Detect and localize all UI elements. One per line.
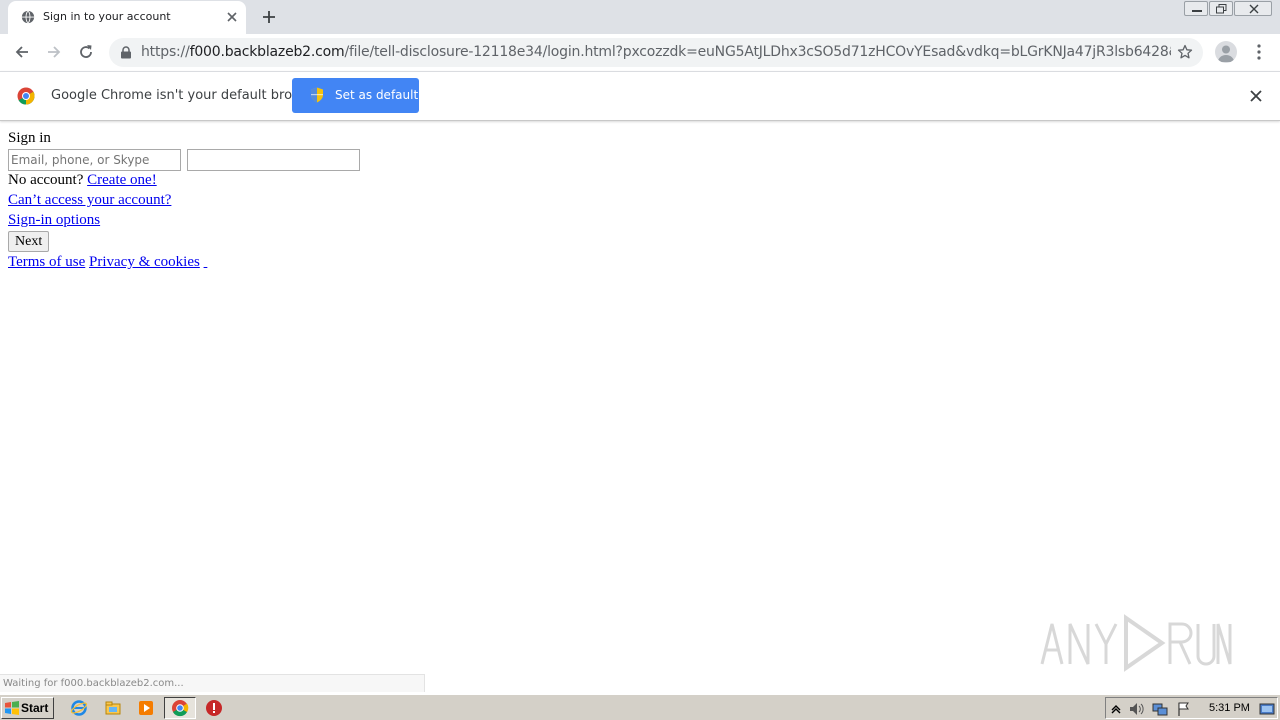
forward-arrow-icon[interactable] — [45, 43, 63, 61]
login-page: Sign in No account? Create one! Can’t ac… — [8, 129, 360, 273]
privacy-link[interactable]: Privacy & cookies — [89, 254, 200, 270]
network-icon[interactable] — [1152, 701, 1168, 717]
volume-icon[interactable] — [1128, 701, 1144, 717]
next-button[interactable]: Next — [8, 231, 50, 252]
chrome-taskbar-icon — [172, 700, 189, 717]
infobar-close-icon[interactable] — [1249, 89, 1263, 103]
show-desktop-icon[interactable] — [1259, 701, 1275, 717]
status-bubble: Waiting for f000.backblazeb2.com... — [0, 674, 425, 692]
media-player-icon[interactable] — [137, 699, 155, 717]
system-tray: 5:31 PM — [1105, 697, 1278, 719]
reload-icon[interactable] — [77, 43, 95, 61]
taskbar-chrome-button[interactable] — [164, 697, 196, 719]
no-account-text: No account? — [8, 172, 84, 188]
tab-strip: Sign in to your account — [0, 0, 1280, 34]
tab-title: Sign in to your account — [43, 10, 171, 23]
footer-links: Terms of use Privacy & cookies — [8, 253, 360, 273]
signin-options-link[interactable]: Sign-in options — [8, 212, 100, 228]
restore-icon — [1216, 4, 1227, 14]
bookmark-star-icon[interactable] — [1177, 44, 1193, 60]
cant-access-link[interactable]: Can’t access your account? — [8, 192, 171, 208]
back-arrow-icon[interactable] — [13, 43, 31, 61]
taskbar-clock: 5:31 PM — [1209, 702, 1250, 714]
action-center-flag-icon[interactable] — [1176, 701, 1192, 717]
anyrun-watermark-logo — [1040, 614, 1232, 672]
no-account-row: No account? Create one! — [8, 171, 360, 191]
create-account-link[interactable]: Create one! — [87, 172, 157, 188]
password-field[interactable] — [186, 149, 360, 171]
tab-close-icon[interactable] — [224, 9, 240, 25]
tab-active[interactable]: Sign in to your account — [8, 1, 246, 34]
url-scheme: https:// — [141, 44, 190, 60]
set-as-default-label: Set as default — [335, 88, 419, 102]
infobar-message: Google Chrome isn't your default browser — [51, 88, 323, 103]
terms-link[interactable]: Terms of use — [8, 254, 85, 270]
url-path: /file/tell-disclosure-12118e34/login.htm… — [344, 44, 1171, 60]
browser-toolbar: https://f000.backblazeb2.com/file/tell-d… — [0, 34, 1280, 71]
start-button[interactable]: Start — [1, 697, 54, 719]
trailing-link[interactable] — [204, 254, 208, 270]
minimize-icon — [1192, 10, 1202, 12]
profile-avatar-icon[interactable] — [1215, 41, 1237, 63]
page-title: Sign in — [8, 130, 51, 146]
credential-fields — [8, 149, 360, 171]
shield-icon — [311, 87, 323, 103]
lock-icon — [121, 46, 131, 59]
chrome-logo-icon — [17, 87, 35, 105]
default-browser-infobar: Google Chrome isn't your default browser… — [0, 71, 1280, 121]
windows-taskbar: Start 5:31 PM — [0, 694, 1280, 720]
url-text: https://f000.backblazeb2.com/file/tell-d… — [141, 44, 1171, 60]
signin-options-row: Sign-in options — [8, 211, 360, 231]
restore-button[interactable] — [1209, 1, 1233, 16]
more-vert-icon[interactable] — [1252, 43, 1266, 61]
start-label: Start — [21, 701, 49, 715]
minimize-button[interactable] — [1184, 1, 1208, 16]
close-window-icon — [1249, 4, 1259, 14]
show-hidden-icons-icon[interactable] — [1108, 701, 1124, 717]
email-field[interactable] — [8, 149, 181, 171]
close-window-button[interactable] — [1234, 1, 1272, 16]
url-host: f000.backblazeb2.com — [189, 44, 345, 60]
file-explorer-icon[interactable] — [104, 699, 122, 717]
windows-flag-icon — [5, 701, 19, 715]
address-bar[interactable]: https://f000.backblazeb2.com/file/tell-d… — [109, 38, 1203, 67]
stop-sign-icon[interactable] — [205, 699, 223, 717]
cant-access-row: Can’t access your account? — [8, 191, 360, 211]
set-as-default-button[interactable]: Set as default — [292, 78, 419, 113]
globe-icon — [21, 10, 35, 24]
internet-explorer-icon[interactable] — [70, 699, 88, 717]
next-row: Next — [8, 231, 360, 253]
new-tab-plus-icon[interactable] — [260, 8, 278, 26]
avatar-icon — [1218, 45, 1234, 62]
